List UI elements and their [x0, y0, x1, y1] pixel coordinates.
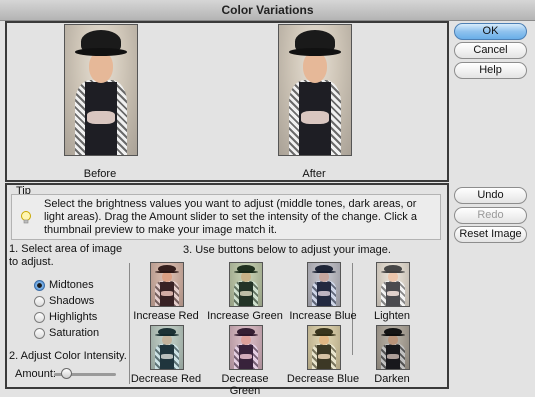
radio-label: Highlights [49, 311, 98, 323]
variation-label: Increase Blue [289, 310, 357, 322]
radio-selected-icon [34, 280, 45, 291]
step1-label: 1. Select area of image to adjust. [9, 243, 123, 268]
tip-text: Select the brightness values you want to… [44, 198, 417, 236]
variation-thumbnail[interactable] [229, 325, 263, 370]
brightness-label: Darken [374, 373, 410, 385]
variation-thumbnail[interactable] [307, 262, 341, 307]
cancel-button[interactable]: Cancel [454, 42, 527, 59]
variation-label: Decrease Green [221, 373, 269, 397]
radio-icon [34, 312, 45, 323]
after-preview-image [278, 24, 352, 156]
window-title: Color Variations [221, 3, 314, 17]
title-bar: Color Variations [0, 0, 535, 21]
undo-button[interactable]: Undo [454, 187, 527, 204]
step3-label: 3. Use buttons below to adjust your imag… [183, 244, 391, 256]
variation-label: Decrease Red [130, 373, 202, 385]
lightbulb-icon [21, 211, 31, 224]
variation-label: Decrease Blue [286, 373, 360, 385]
radio-label: Shadows [49, 295, 95, 307]
radio-label: Midtones [49, 279, 94, 291]
variation-label: Increase Red [133, 310, 199, 322]
radio-icon [34, 296, 45, 307]
variation-thumbnail[interactable] [150, 262, 184, 307]
variation-label: Increase Green [207, 310, 283, 322]
help-button[interactable]: Help [454, 62, 527, 79]
preview-panel: Before After [5, 21, 449, 182]
before-preview-image [64, 24, 138, 156]
radio-label: Saturation [49, 327, 100, 339]
redo-button: Redo [454, 207, 527, 224]
brightness-thumbnail[interactable] [376, 262, 410, 307]
brightness-label: Lighten [373, 310, 411, 322]
radio-icon [34, 328, 45, 339]
variation-thumbnail[interactable] [229, 262, 263, 307]
before-label: Before [83, 168, 117, 180]
after-label: After [302, 168, 326, 180]
divider [129, 263, 130, 384]
variation-thumbnail[interactable] [307, 325, 341, 370]
reset-image-button[interactable]: Reset Image [454, 226, 527, 243]
tip-box: Select the brightness values you want to… [11, 194, 441, 240]
step2-label: 2. Adjust Color Intensity. [9, 350, 127, 362]
brightness-thumbnail[interactable] [376, 325, 410, 370]
ok-button[interactable]: OK [454, 23, 527, 40]
divider [352, 263, 353, 355]
amount-label: Amount: [15, 368, 56, 380]
variation-thumbnail[interactable] [150, 325, 184, 370]
